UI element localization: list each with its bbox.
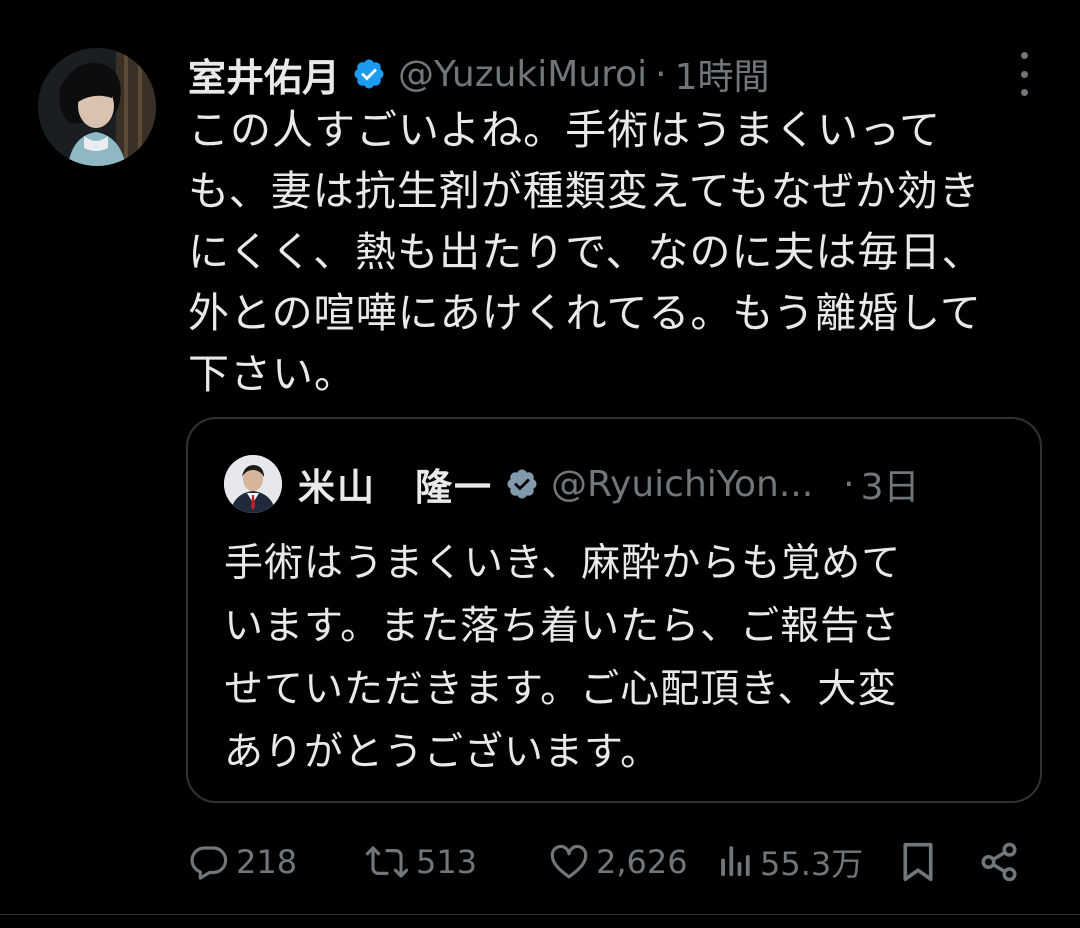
quoted-tweet-card[interactable]: 米山 隆一 @RyuichiYon... · 3日 手術はうまくいき、麻酔からも… xyxy=(186,417,1042,803)
repost-button[interactable]: 513 xyxy=(364,832,477,892)
quoted-text-line: います。また落ち着いたら、ご報告さ xyxy=(224,604,901,649)
verified-badge-icon[interactable] xyxy=(352,57,386,91)
quoted-tweet-header: 米山 隆一 @RyuichiYon... · 3日 xyxy=(298,455,920,513)
bookmark-icon xyxy=(898,840,938,884)
reply-icon xyxy=(188,841,230,883)
separator-dot: · xyxy=(843,463,855,505)
views-count: 55.3万 xyxy=(760,845,864,883)
repost-icon xyxy=(364,841,410,883)
share-button[interactable] xyxy=(978,832,1020,892)
share-icon xyxy=(978,841,1020,883)
quoted-author-handle: @RyuichiYon... xyxy=(551,463,814,505)
views-button[interactable]: 55.3万 xyxy=(718,832,863,892)
quoted-author-avatar xyxy=(224,455,282,513)
quoted-tweet-text: 手術はうまくいき、麻酔からも覚めて います。また落ち着いたら、ご報告さ せていた… xyxy=(224,532,1024,784)
more-options-icon[interactable] xyxy=(1012,52,1036,96)
quoted-author-display-name: 米山 隆一 xyxy=(298,466,493,509)
tweet-timestamp[interactable]: 1時間 xyxy=(675,48,770,100)
quoted-text-line: せていただきます。ご心配頂き、大変 xyxy=(224,667,898,712)
quoted-tweet-timestamp: 3日 xyxy=(860,467,920,508)
separator-dot: · xyxy=(655,53,667,95)
action-bar: 218 513 2,626 55.3万 xyxy=(188,832,1038,892)
views-chart-icon xyxy=(718,841,754,883)
tweet-text-line: 外との喧嘩にあけくれてる。もう離婚して xyxy=(188,289,982,337)
tweet-divider xyxy=(0,914,1080,915)
tweet-text: この人すごいよね。手術はうまくいって も、妻は抗生剤が種類変えてもなぜか効き に… xyxy=(188,100,1048,405)
tweet-header: 室井佑月 @YuzukiMuroi · 1時間 xyxy=(188,44,770,104)
like-button[interactable]: 2,626 xyxy=(548,832,688,892)
quoted-text-line: ありがとうございます。 xyxy=(224,730,661,775)
reply-button[interactable]: 218 xyxy=(188,832,297,892)
verified-badge-icon xyxy=(505,467,539,501)
heart-icon xyxy=(548,841,590,883)
tweet-text-line: この人すごいよね。手術はうまくいって xyxy=(188,106,942,154)
tweet-text-line: にくく、熱も出たりで、なのに夫は毎日、 xyxy=(188,228,984,276)
quoted-text-line: 手術はうまくいき、麻酔からも覚めて xyxy=(224,541,902,586)
tweet-text-line: も、妻は抗生剤が種類変えてもなぜか効き xyxy=(188,167,981,215)
bookmark-button[interactable] xyxy=(898,832,938,892)
author-avatar[interactable] xyxy=(38,48,156,166)
tweet[interactable]: 室井佑月 @YuzukiMuroi · 1時間 この人すごいよね。手術はうまくい… xyxy=(0,0,1080,928)
reply-count: 218 xyxy=(236,843,298,881)
tweet-text-line: 下さい。 xyxy=(188,350,356,398)
author-handle[interactable]: @YuzukiMuroi xyxy=(398,54,647,95)
like-count: 2,626 xyxy=(596,843,688,881)
author-display-name[interactable]: 室井佑月 xyxy=(188,47,340,102)
repost-count: 513 xyxy=(416,843,478,881)
